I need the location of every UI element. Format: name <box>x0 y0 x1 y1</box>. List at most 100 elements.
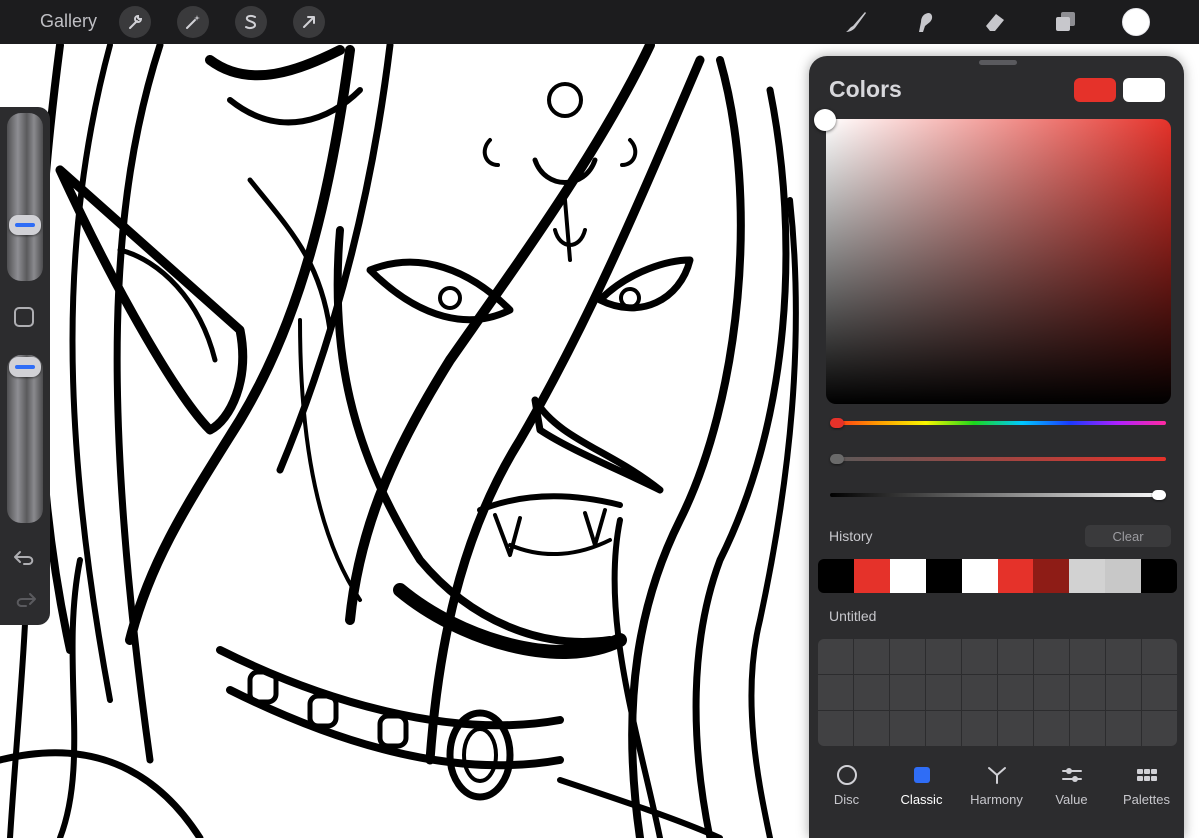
palette-cell[interactable] <box>1142 711 1177 746</box>
color-picker-button[interactable] <box>1122 8 1150 36</box>
palette-cell[interactable] <box>1034 639 1069 674</box>
history-swatch[interactable] <box>1069 559 1106 593</box>
palette-cell[interactable] <box>1142 675 1177 710</box>
palette-cell[interactable] <box>890 675 925 710</box>
palette-cell[interactable] <box>998 675 1033 710</box>
palette-cell[interactable] <box>998 711 1033 746</box>
tab-palettes[interactable]: Palettes <box>1109 764 1184 807</box>
transform-arrow-icon <box>303 16 315 28</box>
palette-name: Untitled <box>829 608 877 624</box>
tab-label: Disc <box>833 792 860 807</box>
saturation-slider-knob[interactable] <box>830 454 844 464</box>
wrench-icon <box>129 14 143 29</box>
tab-harmony[interactable]: Harmony <box>959 764 1034 807</box>
tab-classic[interactable]: Classic <box>884 764 959 807</box>
panel-grabber[interactable] <box>979 60 1017 65</box>
smudge-icon <box>919 13 933 32</box>
palette-cell[interactable] <box>818 675 853 710</box>
tab-label: Harmony <box>970 792 1023 807</box>
eraser-icon <box>986 14 1004 31</box>
undo-icon <box>14 551 34 565</box>
palette-cell[interactable] <box>962 711 997 746</box>
undo-button[interactable] <box>12 547 38 569</box>
palette-cell[interactable] <box>854 675 889 710</box>
layers-icon <box>1056 12 1075 31</box>
panel-title: Colors <box>829 76 902 102</box>
palette-cell[interactable] <box>926 639 961 674</box>
eraser-tool-button[interactable] <box>979 6 1011 38</box>
history-swatch[interactable] <box>1105 559 1142 593</box>
palette-cell[interactable] <box>854 711 889 746</box>
selection-button[interactable] <box>235 6 267 38</box>
palette-cell[interactable] <box>818 711 853 746</box>
palette-cell[interactable] <box>1070 675 1105 710</box>
history-swatch[interactable] <box>853 559 890 593</box>
actions-button[interactable] <box>119 6 151 38</box>
clear-history-button[interactable]: Clear <box>1085 525 1171 547</box>
history-swatch[interactable] <box>889 559 926 593</box>
brush-size-handle[interactable] <box>9 215 41 235</box>
history-swatch[interactable] <box>1141 559 1177 593</box>
classic-square-icon <box>911 764 933 786</box>
tab-label: Classic <box>900 792 943 807</box>
brush-icon <box>846 12 866 32</box>
palette-cell[interactable] <box>1106 639 1141 674</box>
opacity-slider[interactable] <box>7 355 43 523</box>
history-swatches <box>818 559 1177 593</box>
redo-button[interactable] <box>12 589 38 611</box>
palettes-grid-icon <box>1136 764 1158 786</box>
transform-button[interactable] <box>293 6 325 38</box>
selection-s-icon <box>245 14 257 30</box>
history-swatch[interactable] <box>1033 559 1070 593</box>
brightness-slider[interactable] <box>830 493 1166 497</box>
disc-icon <box>836 764 858 786</box>
palette-cell[interactable] <box>1070 639 1105 674</box>
history-swatch[interactable] <box>961 559 998 593</box>
palette-cell[interactable] <box>1106 711 1141 746</box>
saturation-brightness-picker[interactable] <box>826 119 1171 404</box>
hue-slider[interactable] <box>830 421 1166 425</box>
palette-cell[interactable] <box>1034 675 1069 710</box>
smudge-tool-button[interactable] <box>909 6 941 38</box>
left-sidebar <box>0 107 50 625</box>
tab-label: Value <box>1055 792 1088 807</box>
layers-button[interactable] <box>1049 6 1081 38</box>
palette-cell[interactable] <box>1142 639 1177 674</box>
palette-cell[interactable] <box>962 675 997 710</box>
color-mode-tabs: Disc Classic Harmony Value Palettes <box>809 756 1184 816</box>
saturation-slider[interactable] <box>830 457 1166 461</box>
redo-icon <box>16 593 36 607</box>
magic-wand-icon <box>186 15 200 29</box>
palette-cell[interactable] <box>890 639 925 674</box>
palette-cell[interactable] <box>890 711 925 746</box>
colors-panel: Colors History Clear Untitled Disc Class… <box>809 56 1184 838</box>
gallery-button[interactable]: Gallery <box>40 11 97 32</box>
brush-tool-button[interactable] <box>839 6 871 38</box>
tab-disc[interactable]: Disc <box>809 764 884 807</box>
opacity-handle[interactable] <box>9 357 41 377</box>
palette-cell[interactable] <box>998 639 1033 674</box>
palette-cell[interactable] <box>854 639 889 674</box>
tab-value[interactable]: Value <box>1034 764 1109 807</box>
top-toolbar: Gallery <box>0 0 1199 44</box>
hue-slider-knob[interactable] <box>830 418 844 428</box>
palette-cell[interactable] <box>926 675 961 710</box>
palette-cell[interactable] <box>962 639 997 674</box>
adjustments-button[interactable] <box>177 6 209 38</box>
palette-cell[interactable] <box>1034 711 1069 746</box>
harmony-icon <box>986 764 1008 786</box>
brush-size-slider[interactable] <box>7 113 43 281</box>
palette-cell[interactable] <box>926 711 961 746</box>
modify-button[interactable] <box>14 307 34 327</box>
palette-cell[interactable] <box>1070 711 1105 746</box>
color-picker-handle[interactable] <box>814 109 836 131</box>
secondary-color-swatch[interactable] <box>1123 78 1165 102</box>
history-swatch[interactable] <box>925 559 962 593</box>
palette-cell[interactable] <box>818 639 853 674</box>
history-swatch[interactable] <box>997 559 1034 593</box>
history-swatch[interactable] <box>818 559 854 593</box>
palette-cell[interactable] <box>1106 675 1141 710</box>
primary-color-swatch[interactable] <box>1074 78 1116 102</box>
tab-label: Palettes <box>1123 792 1170 807</box>
brightness-slider-knob[interactable] <box>1152 490 1166 500</box>
